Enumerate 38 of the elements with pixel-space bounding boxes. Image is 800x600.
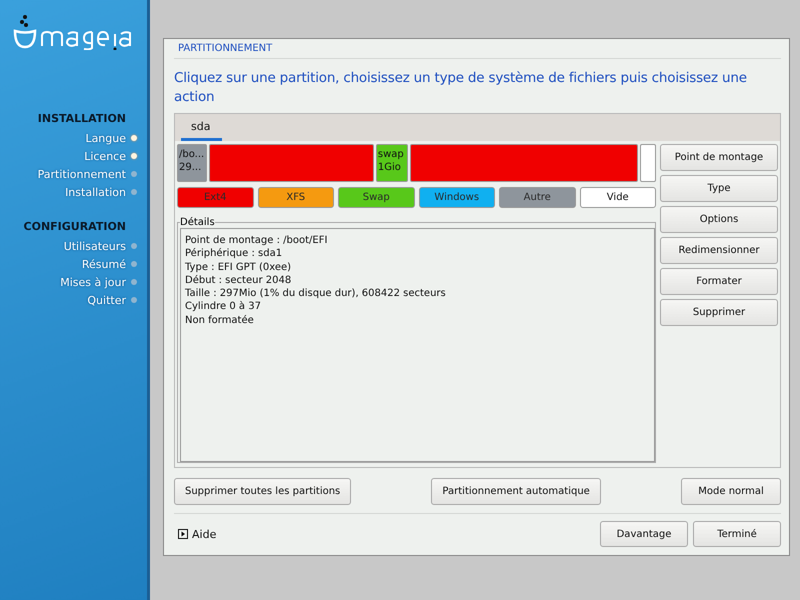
section-heading: INSTALLATION (38, 112, 126, 125)
filesystem-type-label[interactable]: XFS (258, 187, 334, 208)
filesystem-type-label[interactable]: Windows (418, 187, 495, 208)
partition-button[interactable]: Mode normal (681, 478, 781, 505)
disk-tab[interactable]: sda (181, 120, 222, 141)
action-button[interactable]: Point de montage (660, 144, 778, 171)
help-toggle[interactable]: Aide (174, 528, 220, 540)
step-label: Utilisateurs (64, 240, 126, 252)
action-button[interactable]: Type (660, 175, 778, 202)
partition-block[interactable] (410, 144, 638, 182)
action-button[interactable]: Supprimer (660, 299, 778, 326)
instruction-text: Cliquez sur une partition, choisissez un type de système de fichiers puis choisissez une action (174, 69, 748, 107)
footer-button[interactable]: Terminé (693, 521, 781, 547)
partition-block[interactable] (640, 144, 656, 182)
step-label: Résumé (82, 258, 126, 270)
partition-block[interactable] (208, 144, 374, 182)
expand-icon (178, 529, 188, 539)
action-button[interactable]: Formater (660, 268, 778, 295)
partition-block[interactable]: /bo... 29... (177, 144, 207, 182)
step-label: Partitionnement (38, 168, 126, 180)
details-heading: Détails (180, 217, 215, 228)
filesystem-type-label[interactable]: Swap (338, 187, 414, 208)
step-label: Langue (85, 132, 126, 144)
partition-button[interactable]: Partitionnement automatique (431, 478, 601, 505)
footer-button[interactable]: Davantage (600, 521, 688, 547)
action-button[interactable]: Options (660, 206, 778, 233)
step-label: Mises à jour (60, 276, 126, 288)
step-label: Installation (65, 186, 126, 198)
partition-button[interactable]: Supprimer toutes les partitions (174, 478, 352, 505)
filesystem-type-label[interactable]: Autre (499, 187, 576, 208)
filesystem-type-label[interactable]: Vide (580, 187, 656, 208)
action-button[interactable]: Redimensionner (660, 237, 778, 264)
dialog-title: PARTITIONNEMENT (174, 43, 781, 59)
step-label: Licence (84, 150, 126, 162)
details-box: Point de montage : /boot/EFI Périphérique : sda1 Type : EFI GPT (0xee) Début : secteur 2048 Taille : 297Mio (1% du disque dur), 608422 secteurs Cylindre 0 à 37 Non formatée (180, 228, 655, 462)
partition-block[interactable]: swap 1Gio (376, 144, 408, 182)
section-heading: CONFIGURATION (24, 220, 126, 233)
step-label: Quitter (87, 294, 126, 306)
